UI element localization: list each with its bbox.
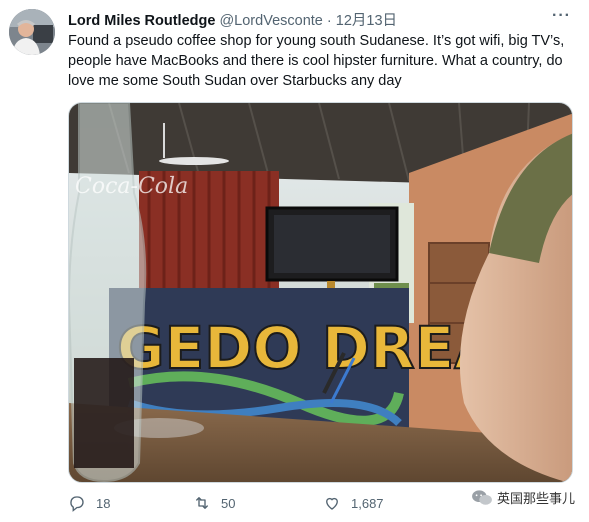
tweet-card[interactable]: Lord Miles Routledge @LordVesconte · 12月… (0, 0, 589, 522)
user-handle[interactable]: @LordVesconte (219, 13, 322, 29)
reply-button[interactable]: 18 (68, 494, 110, 512)
cafe-photo: GEDO DREAM Coca-Cola (69, 103, 572, 482)
retweet-icon (196, 497, 208, 509)
like-icon (326, 497, 338, 510)
more-icon[interactable]: ··· (552, 7, 571, 25)
separator: · (326, 13, 332, 29)
tweet-header: Lord Miles Routledge @LordVesconte · 12月… (68, 7, 575, 29)
retweet-count: 50 (221, 495, 236, 511)
avatar-photo (9, 9, 55, 55)
wechat-icon (472, 489, 492, 505)
like-count: 1,687 (351, 495, 384, 511)
display-name[interactable]: Lord Miles Routledge (68, 13, 215, 29)
watermark-text: 英国那些事儿 (496, 491, 575, 506)
tweet-text: Found a pseudo coffee shop for young sou… (68, 33, 565, 89)
tweet-date[interactable]: 12月13日 (336, 13, 397, 29)
bottle-text: Coca-Cola (75, 174, 188, 199)
reply-icon (70, 496, 84, 512)
watermark: 英国那些事儿 (471, 488, 575, 507)
reply-count: 18 (96, 495, 111, 511)
retweet-button[interactable]: 50 (193, 494, 235, 512)
avatar[interactable] (9, 9, 55, 55)
like-button[interactable]: 1,687 (323, 494, 384, 512)
tweet-photo[interactable]: GEDO DREAM Coca-Cola (68, 102, 573, 483)
